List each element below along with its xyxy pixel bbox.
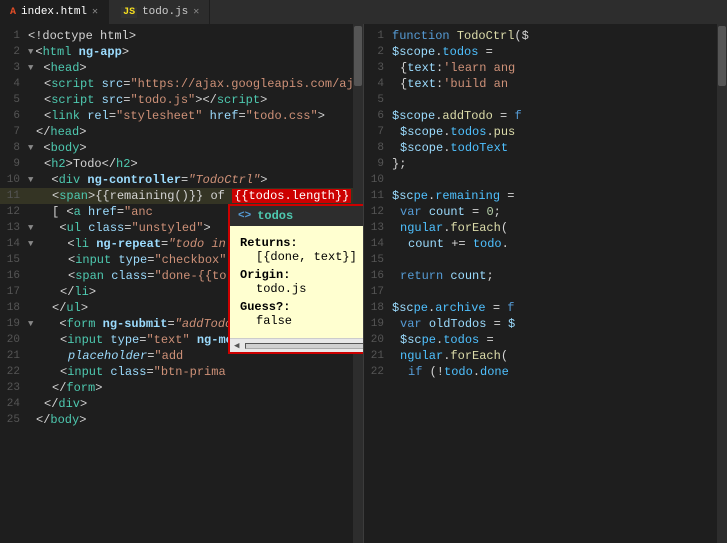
right-code-line-5: 5 (364, 92, 727, 108)
right-code-line-22: 22 if (!todo.done (364, 364, 727, 380)
right-code-line-15: 15 (364, 252, 727, 268)
tooltip-guess-section: Guess?: false (240, 300, 364, 328)
tooltip-header-icon: <> (238, 210, 251, 222)
code-line-1: 1 <!doctype html> (0, 28, 363, 44)
right-code-line-14: 14 count += todo. (364, 236, 727, 252)
tooltip-bottom-scroll[interactable]: ◀ ▶ (230, 338, 364, 352)
code-line-23: 23 </form> (0, 380, 363, 396)
right-code-line-21: 21 ngular.forEach( (364, 348, 727, 364)
tooltip-popup: <> todos Returns: [{done, text}] Origin:… (228, 204, 364, 354)
code-line-2: 2 ▼ <html ng-app> (0, 44, 363, 60)
right-vscroll-thumb (718, 26, 726, 86)
right-code-line-1: 1 function TodoCtrl($ (364, 28, 727, 44)
left-vscroll-thumb (354, 26, 362, 86)
right-code-line-2: 2 $scope.todos = (364, 44, 727, 60)
editors-row: 1 <!doctype html> 2 ▼ <html ng-app> 3 ▼ … (0, 24, 727, 543)
tab-label-index-html: index.html (21, 6, 87, 18)
tab-label-todo-js: todo.js (142, 6, 188, 18)
code-line-4: 4 <script src="https://ajax.googleapis.c… (0, 76, 363, 92)
tooltip-scroll-track (245, 343, 364, 349)
tooltip-scroll-left[interactable]: ◀ (232, 341, 241, 351)
html-icon: A (10, 7, 16, 18)
right-code-line-7: 7 $scope.todos.pus (364, 124, 727, 140)
right-code-line-12: 12 var count = 0; (364, 204, 727, 220)
right-code-line-16: 16 return count; (364, 268, 727, 284)
right-code-line-11: 11 $scpe.remaining = (364, 188, 727, 204)
tabs-bar: A index.html ✕ JS todo.js ✕ (0, 0, 727, 24)
tooltip-returns-label: Returns: (240, 236, 364, 250)
right-code-line-10: 10 (364, 172, 727, 188)
right-code-line-19: 19 var oldTodos = $ (364, 316, 727, 332)
code-line-24: 24 </div> (0, 396, 363, 412)
tab-index-html[interactable]: A index.html ✕ (0, 0, 109, 24)
code-line-3: 3 ▼ <head> (0, 60, 363, 76)
right-code-line-20: 20 $scpe.todos = (364, 332, 727, 348)
tooltip-guess-label: Guess?: (240, 300, 364, 314)
tooltip-origin-value: todo.js (240, 282, 364, 296)
right-code-line-18: 18 $scpe.archive = f (364, 300, 727, 316)
tooltip-returns-section: Returns: [{done, text}] (240, 236, 364, 264)
right-code-line-6: 6 $scope.addTodo = f (364, 108, 727, 124)
tab-close-index-html[interactable]: ✕ (92, 6, 98, 18)
code-line-25: 25 </body> (0, 412, 363, 428)
editor-container: A index.html ✕ JS todo.js ✕ 1 <!doctype … (0, 0, 727, 543)
tab-todo-js[interactable]: JS todo.js ✕ (111, 0, 210, 24)
code-line-8: 8 ▼ <body> (0, 140, 363, 156)
right-editor-pane[interactable]: 1 function TodoCtrl($ 2 $scope.todos = 3… (364, 24, 727, 543)
tooltip-body: Returns: [{done, text}] Origin: todo.js … (230, 226, 364, 338)
right-editor-vscroll[interactable] (717, 24, 727, 543)
right-code-line-9: 9 }; (364, 156, 727, 172)
code-line-10: 10 ▼ <div ng-controller="TodoCtrl"> (0, 172, 363, 188)
code-line-22: 22 <input class="btn-prima (0, 364, 363, 380)
right-code-line-4: 4 {text:'build an (364, 76, 727, 92)
code-line-9: 9 <h2>Todo</h2> (0, 156, 363, 172)
right-code-line-17: 17 (364, 284, 727, 300)
right-code-line-3: 3 {text:'learn ang (364, 60, 727, 76)
right-editor-scroll[interactable]: 1 function TodoCtrl($ 2 $scope.todos = 3… (364, 24, 727, 543)
tooltip-title: todos (257, 209, 293, 223)
code-line-7: 7 </head> (0, 124, 363, 140)
tooltip-returns-value: [{done, text}] (240, 250, 364, 264)
tooltip-origin-section: Origin: todo.js (240, 268, 364, 296)
tab-close-todo-js[interactable]: ✕ (193, 6, 199, 18)
code-line-6: 6 <link rel="stylesheet" href="todo.css"… (0, 108, 363, 124)
tooltip-origin-label: Origin: (240, 268, 364, 282)
right-code-line-13: 13 ngular.forEach( (364, 220, 727, 236)
code-line-5: 5 <script src="todo.js"></script> (0, 92, 363, 108)
tooltip-header: <> todos (230, 206, 364, 226)
tooltip-guess-value: false (240, 314, 364, 328)
right-code-line-8: 8 $scope.todoText (364, 140, 727, 156)
js-icon: JS (121, 7, 137, 18)
left-editor-pane[interactable]: 1 <!doctype html> 2 ▼ <html ng-app> 3 ▼ … (0, 24, 364, 543)
code-line-11: 11 <span>{{remaining()}} of {{todos.leng… (0, 188, 363, 204)
